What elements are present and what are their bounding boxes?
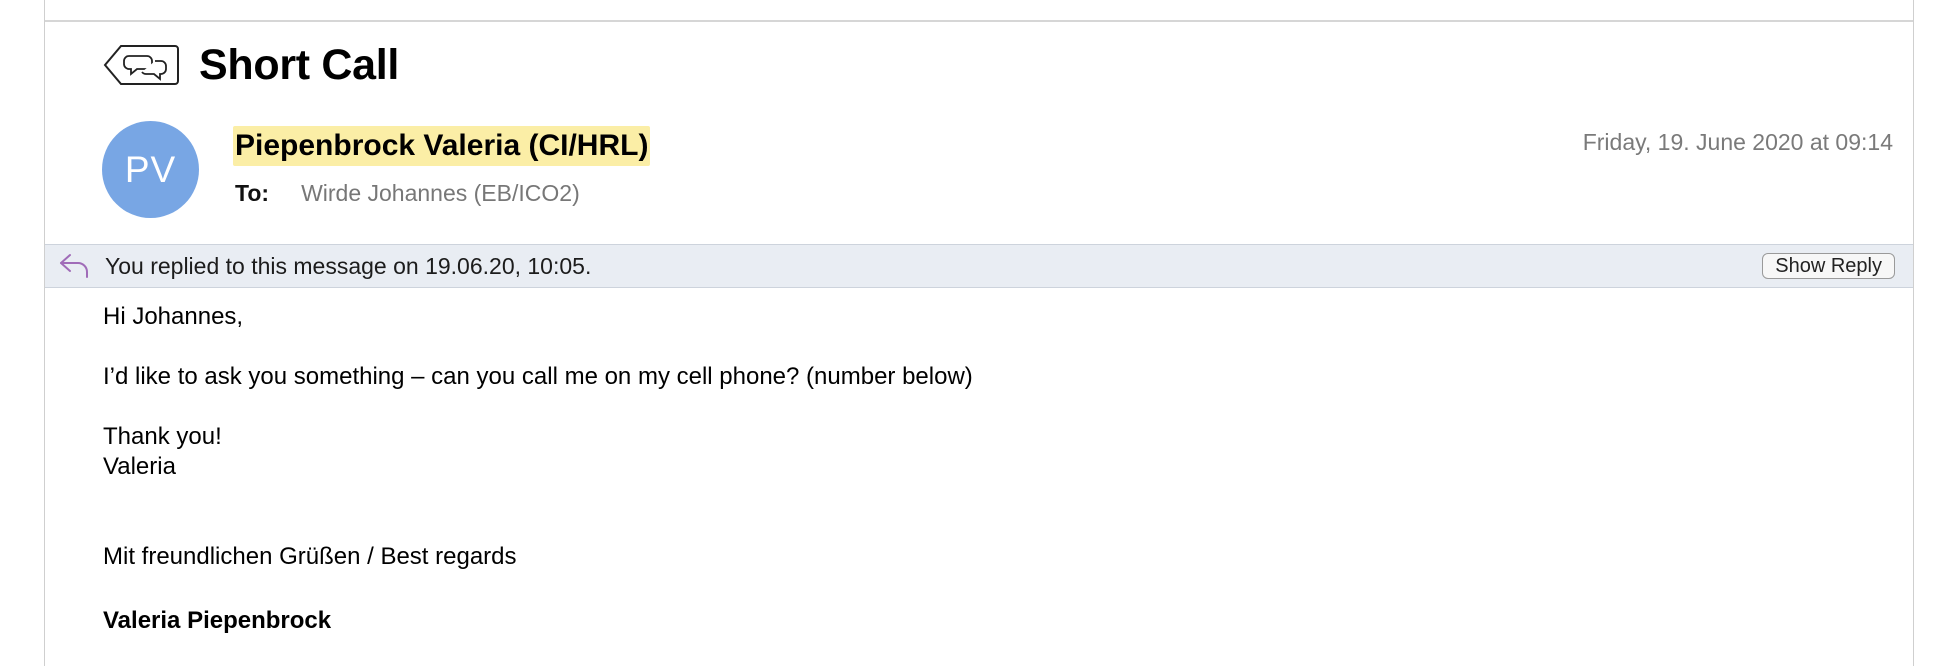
body-thanks: Thank you! — [103, 423, 222, 450]
reply-arrow-icon — [57, 251, 93, 281]
reply-status-text: You replied to this message on 19.06.20,… — [105, 252, 592, 279]
subject-row: Short Call — [103, 40, 399, 90]
body-regards: Mit freundlichen Grüßen / Best regards — [103, 543, 517, 570]
to-label: To: — [235, 180, 270, 206]
body-paragraph: I’d like to ask you something – can you … — [103, 363, 973, 390]
recipient-row: To: Wirde Johannes (EB/ICO2) — [235, 180, 580, 207]
body-greeting: Hi Johannes, — [103, 303, 244, 330]
body-signature-first-name: Valeria — [103, 453, 176, 480]
top-divider — [45, 20, 1913, 22]
message-pane: Short Call PV Piepenbrock Valeria (CI/HR… — [44, 0, 1914, 666]
recipient-name[interactable]: Wirde Johannes (EB/ICO2) — [301, 180, 580, 207]
message-date: Friday, 19. June 2020 at 09:14 — [1582, 129, 1893, 155]
conversation-tag-icon — [103, 43, 179, 87]
reply-banner: You replied to this message on 19.06.20,… — [45, 244, 1913, 288]
message-subject: Short Call — [199, 40, 400, 89]
sender-avatar: PV — [102, 121, 199, 218]
avatar-initials: PV — [124, 148, 177, 190]
signature-full-name: Valeria Piepenbrock — [103, 607, 332, 634]
sender-name[interactable]: Piepenbrock Valeria (CI/HRL) — [233, 126, 651, 166]
show-reply-button[interactable]: Show Reply — [1762, 253, 1895, 279]
